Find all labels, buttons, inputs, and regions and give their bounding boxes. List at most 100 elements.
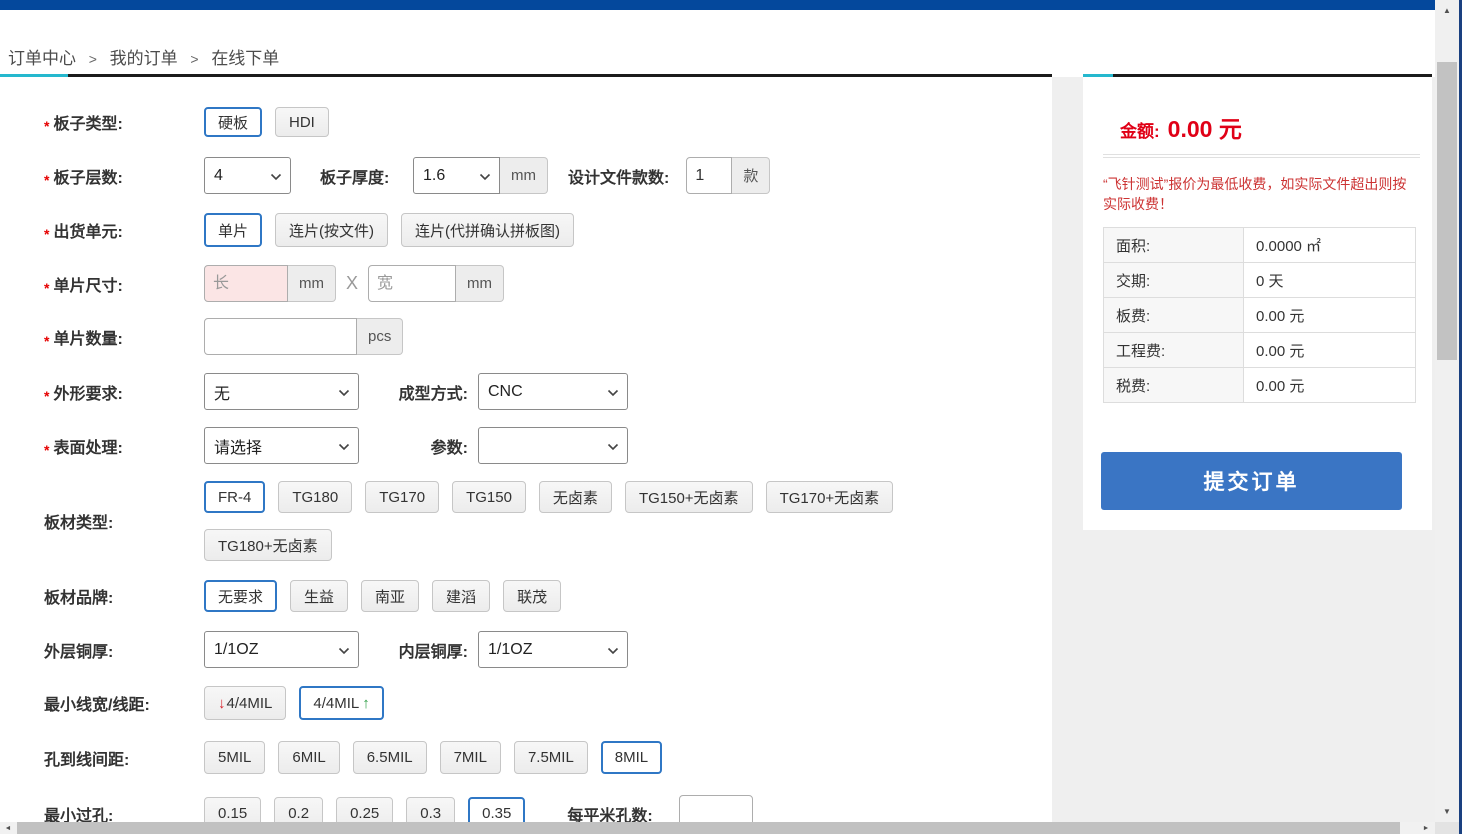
min-via-option-03[interactable]: 0.3 (406, 797, 455, 822)
forming-select[interactable]: CNC (478, 373, 628, 410)
length-unit: mm (288, 265, 336, 302)
horizontal-scrollbar[interactable]: ◄ ► (0, 822, 1435, 834)
required-mark: * (44, 118, 49, 134)
holes-per-sqm-input[interactable] (679, 795, 753, 822)
board-fee-label: 板费: (1104, 298, 1244, 333)
scroll-down-icon[interactable]: ▼ (1435, 803, 1459, 820)
brand-label: 板材品牌: (0, 584, 204, 608)
hole-clearance-option-6-5mil[interactable]: 6.5MIL (353, 741, 427, 774)
material-option-fr4[interactable]: FR-4 (204, 481, 265, 513)
online-order-page: 订单中心 > 我的订单 > 在线下单 *板子类型: 硬板 HDI *板子层数: … (0, 0, 1462, 834)
material-option-tg150-halogen-free[interactable]: TG150+无卤素 (625, 481, 753, 513)
min-via-option-035[interactable]: 0.35 (468, 797, 525, 822)
table-row: 交期:0 天 (1104, 263, 1416, 298)
min-via-option-02[interactable]: 0.2 (274, 797, 323, 822)
layers-label: *板子层数: (0, 164, 204, 188)
board-type-row: *板子类型: 硬板 HDI (0, 107, 1052, 137)
hole-clearance-label: 孔到线间距: (0, 746, 204, 770)
hole-clearance-option-5mil[interactable]: 5MIL (204, 741, 265, 774)
vertical-scrollbar[interactable]: ▲ ▼ (1435, 0, 1459, 822)
ship-unit-row: *出货单元: 单片 连片(按文件) 连片(代拼确认拼板图) (0, 213, 1052, 247)
thickness-unit: mm (500, 157, 548, 194)
hole-clearance-option-8mil[interactable]: 8MIL (601, 741, 662, 774)
brand-option-lianmao[interactable]: 联茂 (503, 580, 561, 612)
required-mark: * (44, 388, 49, 404)
amount-value: 0.00 元 (1168, 116, 1242, 142)
brand-option-no-requirement[interactable]: 无要求 (204, 580, 277, 612)
vertical-scroll-thumb[interactable] (1437, 62, 1457, 360)
design-files-input[interactable] (686, 157, 732, 194)
material-option-tg170-halogen-free[interactable]: TG170+无卤素 (766, 481, 894, 513)
chevron-down-icon (338, 443, 350, 451)
param-label: 参数: (388, 434, 468, 458)
required-mark: * (44, 333, 49, 349)
material-option-tg150[interactable]: TG150 (452, 481, 526, 513)
trace-row: 最小线宽/线距: ↓4/4MIL 4/4MIL↑ (0, 686, 1052, 720)
layers-select[interactable]: 4 (204, 157, 291, 194)
horizontal-scroll-thumb[interactable] (17, 822, 1400, 834)
material-option-halogen-free[interactable]: 无卤素 (539, 481, 612, 513)
param-select[interactable] (478, 427, 628, 464)
chevron-down-icon (338, 389, 350, 397)
breadcrumb-item-my-orders[interactable]: 我的订单 (110, 49, 178, 68)
min-via-row: 最小过孔: 0.15 0.2 0.25 0.3 0.35 每平米孔数: (0, 795, 1052, 822)
hole-clearance-option-7-5mil[interactable]: 7.5MIL (514, 741, 588, 774)
fee-table: 面积:0.0000 ㎡ 交期:0 天 板费:0.00 元 工程费:0.00 元 … (1103, 227, 1416, 403)
min-via-label: 最小过孔: (0, 802, 204, 823)
chevron-down-icon (338, 647, 350, 655)
quantity-row: *单片数量: pcs (0, 318, 1052, 355)
ship-unit-option-panel-by-file[interactable]: 连片(按文件) (275, 213, 388, 247)
min-via-option-015[interactable]: 0.15 (204, 797, 261, 822)
table-row: 面积:0.0000 ㎡ (1104, 228, 1416, 263)
outline-select[interactable]: 无 (204, 373, 359, 410)
tax-fee-label: 税费: (1104, 368, 1244, 403)
scroll-right-icon[interactable]: ► (1418, 822, 1434, 834)
ship-unit-option-single[interactable]: 单片 (204, 213, 262, 247)
submit-order-button[interactable]: 提交订单 (1101, 452, 1402, 510)
ship-unit-option-panel-confirm[interactable]: 连片(代拼确认拼板图) (401, 213, 574, 247)
scroll-left-icon[interactable]: ◄ (0, 822, 16, 834)
trace-option-below[interactable]: ↓4/4MIL (204, 686, 286, 720)
size-label: *单片尺寸: (0, 272, 204, 296)
material-option-tg170[interactable]: TG170 (365, 481, 439, 513)
outer-copper-select-value: 1/1OZ (214, 641, 258, 659)
material-option-tg180-halogen-free[interactable]: TG180+无卤素 (204, 529, 332, 561)
brand-row: 板材品牌: 无要求 生益 南亚 建滔 联茂 (0, 580, 1052, 612)
price-summary-panel: 金额:0.00 元 “飞针测试”报价为最低收费，如实际文件超出则按实际收费！ 面… (1083, 77, 1432, 530)
length-input[interactable] (204, 265, 288, 302)
hole-clearance-option-6mil[interactable]: 6MIL (278, 741, 339, 774)
brand-option-shengyi[interactable]: 生益 (290, 580, 348, 612)
quantity-label: *单片数量: (0, 325, 204, 349)
scroll-up-icon[interactable]: ▲ (1435, 2, 1459, 19)
board-type-option-rigid[interactable]: 硬板 (204, 107, 262, 137)
surface-select[interactable]: 请选择 (204, 427, 359, 464)
leadtime-label: 交期: (1104, 263, 1244, 298)
area-label: 面积: (1104, 228, 1244, 263)
board-type-option-hdi[interactable]: HDI (275, 107, 329, 137)
table-row: 板费:0.00 元 (1104, 298, 1416, 333)
engineering-fee-label: 工程费: (1104, 333, 1244, 368)
forming-select-value: CNC (488, 383, 523, 401)
trace-option-above[interactable]: 4/4MIL↑ (299, 686, 383, 720)
holes-per-sqm-label: 每平米孔数: (567, 802, 652, 823)
engineering-fee-value: 0.00 元 (1244, 333, 1416, 368)
brand-option-nanya[interactable]: 南亚 (361, 580, 419, 612)
chevron-down-icon (607, 443, 619, 451)
breadcrumb-separator: > (89, 51, 97, 67)
chevron-down-icon (479, 173, 491, 181)
inner-copper-select[interactable]: 1/1OZ (478, 631, 628, 668)
brand-option-jiantao[interactable]: 建滔 (432, 580, 490, 612)
quantity-input[interactable] (204, 318, 357, 355)
outer-copper-select[interactable]: 1/1OZ (204, 631, 359, 668)
thickness-select[interactable]: 1.6 (413, 157, 500, 194)
width-input[interactable] (368, 265, 456, 302)
table-row: 税费:0.00 元 (1104, 368, 1416, 403)
hole-clearance-option-7mil[interactable]: 7MIL (440, 741, 501, 774)
material-option-tg180[interactable]: TG180 (278, 481, 352, 513)
inner-copper-select-value: 1/1OZ (488, 641, 532, 659)
breadcrumb-item-order-center[interactable]: 订单中心 (8, 49, 76, 68)
min-via-option-025[interactable]: 0.25 (336, 797, 393, 822)
surface-row: *表面处理: 请选择 参数: (0, 427, 1052, 464)
topbar (0, 0, 1435, 10)
breadcrumb-item-online-order: 在线下单 (211, 49, 279, 68)
